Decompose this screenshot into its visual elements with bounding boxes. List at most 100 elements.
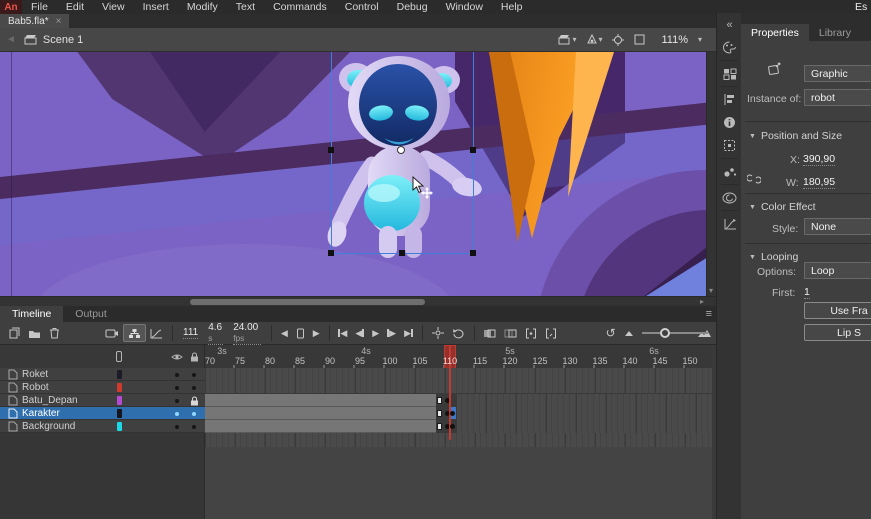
layer-visibility-dot[interactable] [175, 386, 179, 390]
zoom-out-frames-icon[interactable] [620, 324, 638, 342]
vertical-scrollbar[interactable]: ▾ [706, 52, 716, 296]
menu-modify[interactable]: Modify [178, 0, 227, 14]
layer-visibility-dot[interactable] [175, 399, 179, 403]
frames-empty-after-playhead[interactable] [456, 394, 712, 433]
tab-library[interactable]: Library [809, 24, 861, 41]
layer-color-swatch[interactable] [117, 396, 122, 405]
layer-visibility-dot[interactable] [175, 425, 179, 429]
frame-rate-value[interactable]: 24.00 fps [233, 322, 261, 345]
color-style-select[interactable]: None [804, 218, 871, 235]
section-looping[interactable]: ▼ Looping [749, 251, 798, 263]
play-icon[interactable]: ▶ [368, 324, 383, 342]
step-backward-icon[interactable]: ◀ [351, 324, 368, 342]
edit-multiple-frames-icon[interactable] [521, 324, 541, 342]
delete-layer-icon[interactable] [45, 324, 64, 342]
layer-lock-dot[interactable] [192, 412, 196, 416]
stage-canvas[interactable] [0, 52, 706, 296]
step-forward-one-icon[interactable]: ▶ [309, 324, 324, 342]
onion-skin-icon[interactable] [479, 324, 500, 342]
swatches-panel-icon[interactable] [717, 62, 742, 85]
menu-file[interactable]: File [22, 0, 57, 14]
playhead-box-icon[interactable] [292, 324, 309, 342]
align-panel-icon[interactable] [717, 88, 742, 111]
edit-symbols-icon[interactable]: ▾ [586, 34, 602, 45]
layer-color-swatch[interactable] [117, 370, 122, 379]
section-color-effect[interactable]: ▼ Color Effect [749, 201, 816, 213]
visibility-column-icon[interactable] [171, 353, 183, 361]
layer-locked-icon[interactable] [190, 396, 199, 406]
menu-debug[interactable]: Debug [388, 0, 437, 14]
symbol-type-select[interactable]: Graphic [804, 65, 871, 82]
scroll-right-icon[interactable]: ▸ [700, 297, 704, 306]
frame-span-background[interactable] [205, 420, 436, 433]
robot-character[interactable] [322, 54, 482, 266]
keyframe-dot[interactable] [450, 411, 455, 416]
timeline-zoom-slider[interactable] [642, 326, 689, 340]
lock-aspect-ratio-icon[interactable] [747, 173, 761, 185]
document-tab[interactable]: Bab5.fla* × [0, 14, 69, 28]
color-panel-icon[interactable] [717, 36, 742, 59]
tab-timeline[interactable]: Timeline [0, 306, 63, 322]
layer-visibility-dot[interactable] [175, 373, 179, 377]
menu-view[interactable]: View [93, 0, 134, 14]
new-folder-icon[interactable] [24, 324, 45, 342]
loop-playback-icon[interactable] [448, 324, 469, 342]
menu-text[interactable]: Text [227, 0, 264, 14]
scene-name[interactable]: Scene 1 [43, 34, 83, 46]
current-frame-value[interactable]: 111 [183, 327, 198, 339]
new-layer-icon[interactable] [4, 324, 24, 342]
menu-commands[interactable]: Commands [264, 0, 336, 14]
go-to-first-frame-icon[interactable]: ◀ [334, 324, 351, 342]
w-value[interactable]: 180,95 [803, 176, 835, 189]
motion-presets-panel-icon[interactable] [717, 212, 742, 235]
scroll-down-icon[interactable]: ▾ [709, 286, 713, 295]
layer-lock-dot[interactable] [192, 425, 196, 429]
tab-properties[interactable]: Properties [741, 24, 809, 41]
onion-skin-outlines-icon[interactable] [500, 324, 521, 342]
frames-empty-below-layers[interactable] [205, 433, 712, 447]
center-stage-icon[interactable] [612, 34, 624, 46]
x-value[interactable]: 390,90 [803, 153, 835, 166]
menu-window[interactable]: Window [437, 0, 492, 14]
instance-name-field[interactable]: robot [804, 89, 871, 106]
menu-insert[interactable]: Insert [134, 0, 178, 14]
go-to-last-frame-icon[interactable]: ▶ [400, 324, 417, 342]
frame-span-karakter[interactable] [205, 407, 436, 420]
selection-handle-bottom-left[interactable] [328, 250, 334, 256]
panel-menu-icon[interactable]: ≡ [706, 308, 712, 320]
collapse-panels-icon[interactable]: « [717, 13, 742, 36]
center-frame-icon[interactable] [428, 324, 448, 342]
selection-handle-bottom-mid[interactable] [399, 250, 405, 256]
use-frame-picker-button[interactable]: Use Fra [804, 302, 871, 319]
graph-editor-icon[interactable] [146, 324, 167, 342]
elapsed-time-value[interactable]: 4.6 s [208, 322, 223, 345]
layer-lock-dot[interactable] [192, 373, 196, 377]
close-icon[interactable]: × [56, 16, 62, 27]
step-forward-icon[interactable]: ▶ [383, 324, 400, 342]
step-back-one-icon[interactable]: ◀ [277, 324, 292, 342]
info-panel-icon[interactable] [717, 111, 742, 134]
menu-help[interactable]: Help [492, 0, 532, 14]
layer-visibility-dot[interactable] [175, 412, 179, 416]
frame-span-batu-depan[interactable] [205, 394, 436, 407]
outline-color-column-icon[interactable] [116, 351, 122, 362]
first-frame-value[interactable]: 1 [804, 286, 810, 299]
lock-column-icon[interactable] [190, 352, 199, 362]
edit-scene-icon[interactable]: ▾ [558, 34, 576, 45]
menu-control[interactable]: Control [336, 0, 388, 14]
transform-point[interactable] [397, 146, 405, 154]
section-position-and-size[interactable]: ▼ Position and Size [749, 130, 842, 142]
timeline-ruler[interactable]: 3s 4s 5s 6s 70 75 80 85 90 95 100 105 11… [205, 345, 712, 369]
layer-parenting-icon[interactable] [123, 324, 146, 342]
layer-row-background[interactable]: Background [0, 420, 205, 433]
horizontal-scrollbar[interactable]: ▸ [0, 296, 716, 306]
timeline-zoom-slider-knob[interactable] [660, 328, 670, 338]
brush-library-panel-icon[interactable] [717, 160, 742, 183]
layer-lock-dot[interactable] [192, 386, 196, 390]
layer-color-swatch[interactable] [117, 383, 122, 392]
frames-empty-roket-robot[interactable] [205, 368, 712, 394]
back-arrow-icon[interactable]: ◄ [6, 34, 16, 45]
layer-row-batu-depan[interactable]: Batu_Depan [0, 394, 205, 407]
camera-icon[interactable] [101, 324, 123, 342]
selection-handle-right[interactable] [470, 147, 476, 153]
